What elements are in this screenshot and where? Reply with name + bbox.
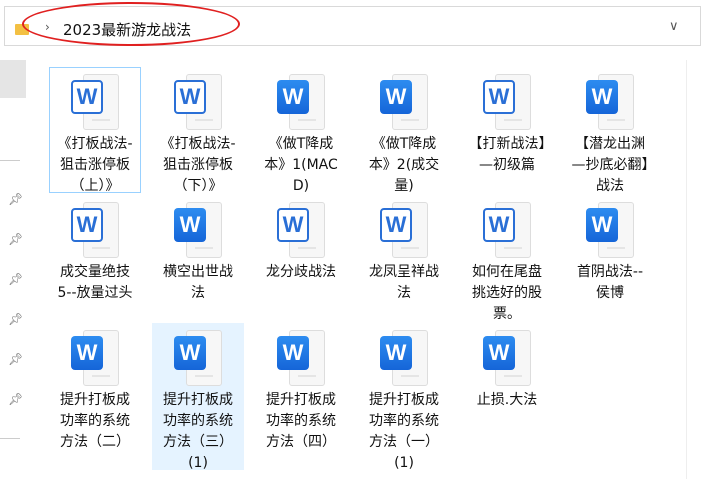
file-item[interactable]: W 【打新战法】—初级篇 bbox=[461, 67, 553, 179]
file-item[interactable]: W 止损.大法 bbox=[461, 323, 553, 414]
word-document-icon: W bbox=[380, 202, 428, 258]
pin-icon[interactable]: 📌︎ bbox=[8, 312, 23, 326]
pin-icon[interactable]: 📌︎ bbox=[8, 352, 23, 366]
pin-icon[interactable]: 📌︎ bbox=[8, 392, 23, 406]
file-name: 如何在尾盘挑选好的股票。 bbox=[472, 264, 542, 322]
word-document-icon: W bbox=[483, 330, 531, 386]
pin-icon[interactable]: 📌︎ bbox=[8, 232, 23, 246]
file-item[interactable]: W 首阴战法--侯博 bbox=[564, 195, 656, 307]
file-name: 横空出世战法 bbox=[163, 264, 233, 301]
word-document-icon: W bbox=[483, 74, 531, 130]
file-name: 《做T降成本》2(成交量) bbox=[368, 136, 440, 194]
word-document-icon: W bbox=[71, 202, 119, 258]
pin-icon[interactable]: 📌︎ bbox=[8, 272, 23, 286]
file-item[interactable]: W 《打板战法-狙击涨停板（上）》 bbox=[49, 67, 141, 194]
file-item[interactable]: W 《打板战法-狙击涨停板（下）》 bbox=[152, 67, 244, 200]
file-item[interactable]: W 《做T降成本》2(成交量) bbox=[358, 67, 450, 200]
file-item[interactable]: W 【潜龙出渊—抄底必翻】战法 bbox=[564, 67, 656, 200]
nav-divider bbox=[0, 160, 20, 161]
word-document-icon: W bbox=[586, 202, 634, 258]
file-name: 龙分歧战法 bbox=[266, 264, 336, 280]
file-item[interactable]: W 横空出世战法 bbox=[152, 195, 244, 307]
chevron-down-icon[interactable]: ∨ bbox=[669, 19, 679, 34]
file-item[interactable]: W 提升打板成功率的系统方法（三）(1) bbox=[152, 323, 244, 471]
file-item[interactable]: W 提升打板成功率的系统方法（四） bbox=[255, 323, 347, 456]
word-document-icon: W bbox=[71, 330, 119, 386]
word-document-icon: W bbox=[174, 74, 222, 130]
word-document-icon: W bbox=[277, 330, 325, 386]
scrollbar-track[interactable] bbox=[686, 60, 687, 479]
file-item[interactable]: W 提升打板成功率的系统方法（一）(1) bbox=[358, 323, 450, 477]
file-item[interactable]: W 龙分歧战法 bbox=[255, 195, 347, 286]
file-name: 止损.大法 bbox=[476, 392, 538, 408]
file-name: 提升打板成功率的系统方法（二） bbox=[60, 392, 130, 450]
file-name: 【潜龙出渊—抄底必翻】战法 bbox=[571, 136, 649, 194]
file-item[interactable]: W 成交量绝技5--放量过头 bbox=[49, 195, 141, 307]
word-document-icon: W bbox=[586, 74, 634, 130]
file-name: 龙凤呈祥战法 bbox=[369, 264, 439, 301]
file-item[interactable]: W 《做T降成本》1(MACD) bbox=[255, 67, 347, 200]
pin-icon[interactable]: 📌︎ bbox=[8, 192, 23, 206]
file-name: 首阴战法--侯博 bbox=[576, 264, 644, 301]
file-name: 提升打板成功率的系统方法（三）(1) bbox=[163, 392, 233, 471]
file-item[interactable]: W 龙凤呈祥战法 bbox=[358, 195, 450, 307]
nav-selected-item[interactable] bbox=[0, 60, 26, 98]
nav-divider bbox=[0, 438, 20, 439]
file-name: 【打新战法】—初级篇 bbox=[468, 136, 546, 173]
file-name: 提升打板成功率的系统方法（一）(1) bbox=[369, 392, 439, 471]
word-document-icon: W bbox=[380, 74, 428, 130]
file-item[interactable]: W 提升打板成功率的系统方法（二） bbox=[49, 323, 141, 456]
address-bar[interactable]: › 2023最新游龙战法 ∨ bbox=[4, 6, 701, 46]
file-name: 成交量绝技5--放量过头 bbox=[57, 264, 133, 301]
file-name: 《打板战法-狙击涨停板（下）》 bbox=[160, 136, 236, 194]
file-name: 《做T降成本》1(MACD) bbox=[264, 136, 338, 194]
breadcrumb-path[interactable]: 2023最新游龙战法 bbox=[63, 19, 191, 40]
file-item[interactable]: W 如何在尾盘挑选好的股票。 bbox=[461, 195, 553, 328]
word-document-icon: W bbox=[277, 202, 325, 258]
word-document-icon: W bbox=[483, 202, 531, 258]
breadcrumb-chevron-icon[interactable]: › bbox=[45, 20, 50, 34]
word-document-icon: W bbox=[380, 330, 428, 386]
word-document-icon: W bbox=[174, 330, 222, 386]
word-document-icon: W bbox=[277, 74, 325, 130]
file-name: 提升打板成功率的系统方法（四） bbox=[266, 392, 336, 450]
file-name: 《打板战法-狙击涨停板（上）》 bbox=[57, 136, 133, 194]
word-document-icon: W bbox=[71, 74, 119, 130]
folder-icon bbox=[15, 24, 29, 35]
word-document-icon: W bbox=[174, 202, 222, 258]
navigation-pane: 📌︎ 📌︎ 📌︎ 📌︎ 📌︎ 📌︎ bbox=[0, 48, 28, 479]
